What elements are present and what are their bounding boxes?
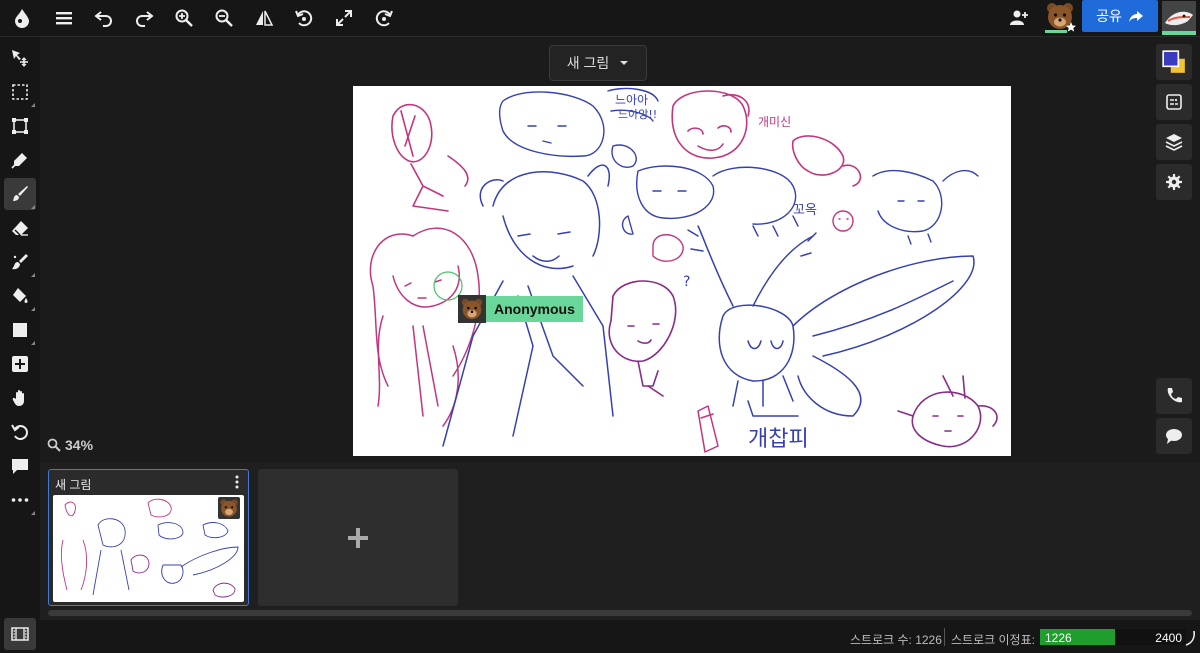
fill-icon xyxy=(13,288,28,303)
chat-icon xyxy=(1166,429,1182,444)
rotate-right-icon[interactable] xyxy=(370,4,398,32)
shape-tool[interactable] xyxy=(4,314,36,346)
remote-user-name: Anonymous xyxy=(486,296,583,322)
svg-text:?: ? xyxy=(683,274,690,290)
right-panel xyxy=(1156,44,1192,464)
redo-icon[interactable] xyxy=(130,4,158,32)
brush-tool[interactable] xyxy=(4,178,36,210)
hand-icon xyxy=(12,390,24,406)
app-logo-icon[interactable] xyxy=(8,4,36,32)
color-swatch-icon xyxy=(1162,50,1185,73)
marquee-tool[interactable] xyxy=(4,76,36,108)
call-button[interactable] xyxy=(1156,378,1192,414)
film-strip-icon xyxy=(11,627,29,641)
svg-text:개찹피: 개찹피 xyxy=(748,427,809,452)
frames-scrollbar[interactable] xyxy=(48,610,1192,616)
frame-owner-avatar-icon xyxy=(218,497,240,519)
brush-icon xyxy=(13,186,28,201)
meter-end-arc-icon xyxy=(1185,630,1195,646)
meter-value: 1226 xyxy=(1045,631,1072,645)
more-icon xyxy=(11,498,29,502)
share-label: 공유 xyxy=(1096,8,1122,24)
stroke-milestone-meter: 1226 2400 xyxy=(1040,629,1186,645)
comment-icon xyxy=(12,459,28,474)
shape-icon xyxy=(13,323,27,337)
frame-thumbnail xyxy=(53,495,244,602)
transform-icon xyxy=(12,118,28,134)
add-layer-icon xyxy=(12,356,28,372)
smudge-icon xyxy=(12,254,28,270)
marquee-icon xyxy=(12,84,28,100)
zoom-out-icon[interactable] xyxy=(210,4,238,32)
eraser-icon xyxy=(12,221,28,236)
add-user-icon[interactable] xyxy=(1005,4,1033,32)
meter-max: 2400 xyxy=(1155,631,1182,645)
top-toolbar: 공유 xyxy=(0,0,1200,37)
color-swatch-button[interactable] xyxy=(1156,44,1192,80)
document-title-dropdown[interactable]: 새 그림 xyxy=(549,45,647,81)
fullscreen-icon[interactable] xyxy=(330,4,358,32)
frame-card[interactable]: 새 그림 xyxy=(48,469,249,606)
settings-button[interactable] xyxy=(1156,164,1192,200)
hand-tool[interactable] xyxy=(4,382,36,414)
select-move-tool[interactable] xyxy=(4,42,36,74)
rotate-tool[interactable] xyxy=(4,416,36,448)
status-divider xyxy=(944,628,945,646)
tool-sidebar xyxy=(0,37,40,653)
pen-tool[interactable] xyxy=(4,144,36,176)
call-icon xyxy=(1167,388,1182,403)
flip-icon[interactable] xyxy=(250,4,278,32)
frame-menu-icon[interactable] xyxy=(232,475,242,489)
caret-down-icon xyxy=(620,61,629,65)
svg-text:느아아: 느아아 xyxy=(615,93,648,107)
plus-icon xyxy=(348,527,368,548)
profile-avatar-icon[interactable] xyxy=(1162,1,1196,35)
stroke-count: 스트로크 수: 1226 xyxy=(850,633,942,647)
magnifier-icon xyxy=(47,438,61,452)
stroke-milestone-label: 스트로크 이정표: xyxy=(951,633,1035,647)
settings-icon xyxy=(1166,174,1182,190)
frame-title: 새 그림 xyxy=(55,478,92,492)
pen-icon xyxy=(11,153,27,169)
bear-avatar-icon xyxy=(458,295,486,323)
fill-tool[interactable] xyxy=(4,280,36,312)
smudge-tool[interactable] xyxy=(4,246,36,278)
document-title: 새 그림 xyxy=(566,55,610,71)
drawing-canvas[interactable]: 느아아 느아앙!! 개미신 꼬옥 개찹피 ? xyxy=(353,86,1011,456)
comment-tool[interactable] xyxy=(4,450,36,482)
reference-icon xyxy=(1166,94,1182,110)
layers-button[interactable] xyxy=(1156,124,1192,160)
add-frame-button[interactable] xyxy=(258,469,458,606)
menu-icon[interactable] xyxy=(50,4,78,32)
transform-tool[interactable] xyxy=(4,110,36,142)
rotate-left-icon[interactable] xyxy=(290,4,318,32)
chat-button[interactable] xyxy=(1156,418,1192,454)
reference-button[interactable] xyxy=(1156,84,1192,120)
svg-text:꼬옥: 꼬옥 xyxy=(793,203,817,218)
layers-icon xyxy=(1165,134,1183,151)
share-button[interactable]: 공유 xyxy=(1082,0,1158,32)
sketch-artwork: 느아아 느아앙!! 개미신 꼬옥 개찹피 ? xyxy=(369,87,998,453)
svg-text:개미신: 개미신 xyxy=(758,115,791,129)
zoom-value: 34% xyxy=(65,437,94,453)
more-tools[interactable] xyxy=(4,484,36,516)
share-icon xyxy=(1128,11,1143,22)
zoom-indicator[interactable]: 34% xyxy=(47,437,93,453)
select-move-icon xyxy=(12,50,28,67)
remote-user-cursor: Anonymous xyxy=(458,295,583,323)
rotate-icon xyxy=(11,424,28,440)
zoom-in-icon[interactable] xyxy=(170,4,198,32)
add-layer-tool[interactable] xyxy=(4,348,36,380)
user-avatar-icon[interactable] xyxy=(1043,0,1077,34)
frames-toggle-button[interactable] xyxy=(4,618,36,650)
undo-icon[interactable] xyxy=(90,4,118,32)
svg-text:느아앙!!: 느아앙!! xyxy=(618,108,657,121)
eraser-tool[interactable] xyxy=(4,212,36,244)
